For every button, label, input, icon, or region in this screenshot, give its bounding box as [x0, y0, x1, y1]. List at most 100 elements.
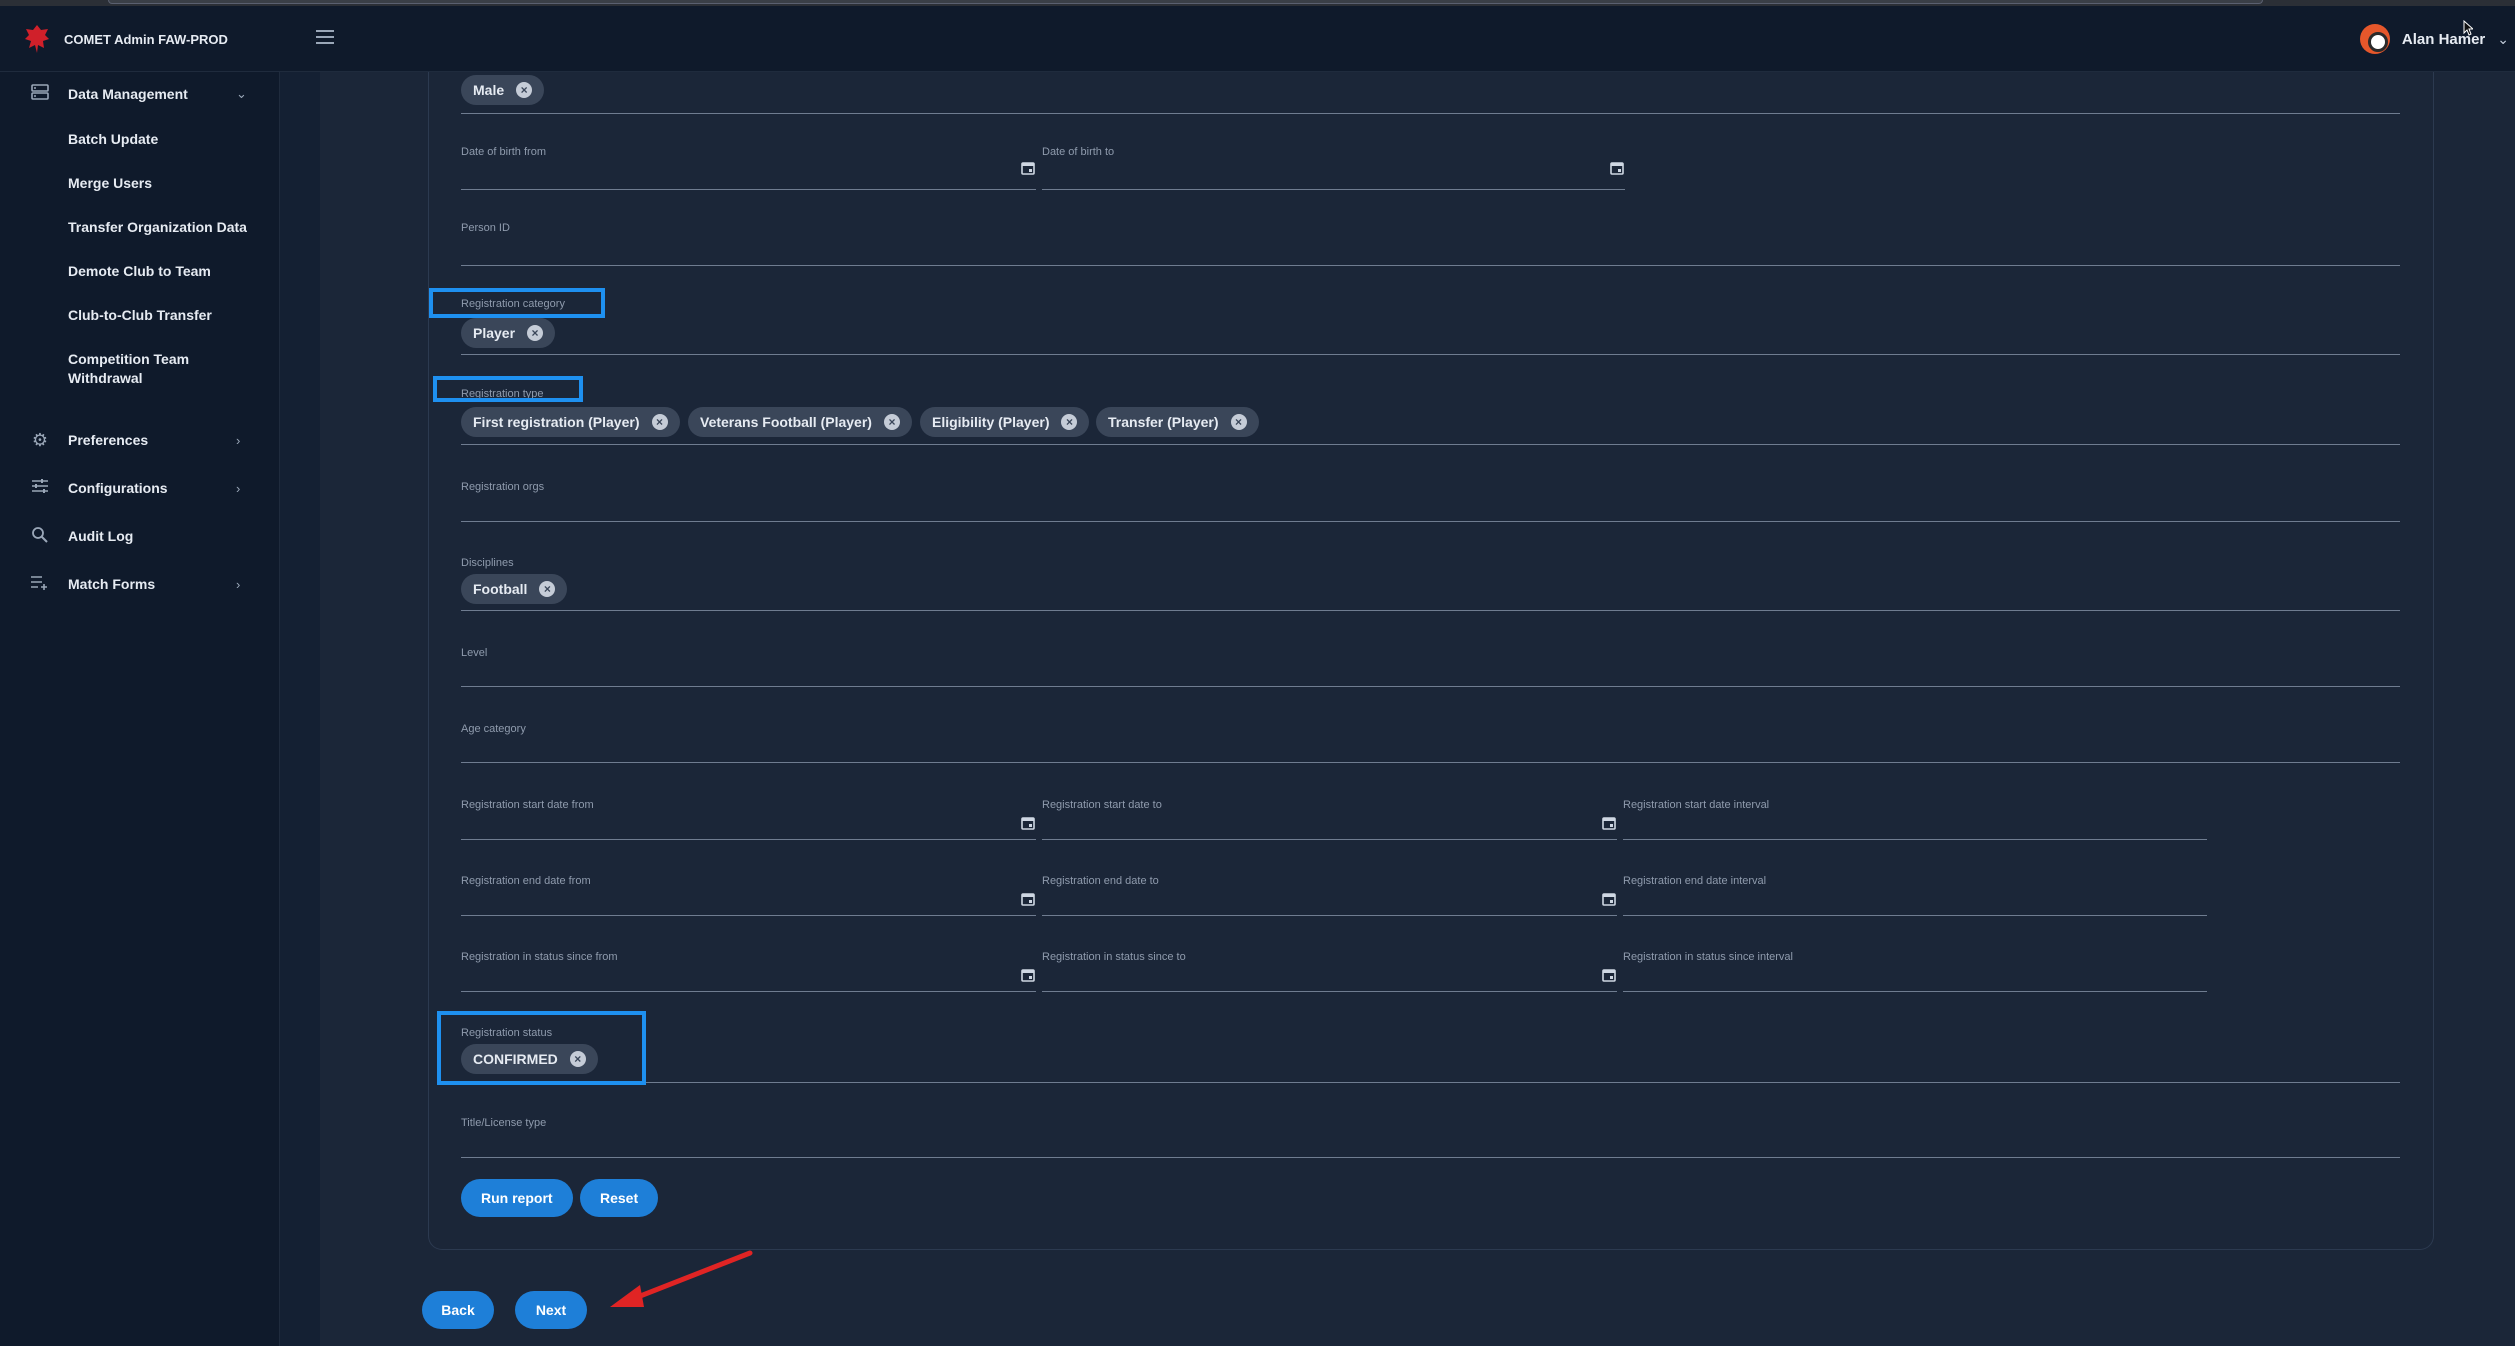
sidebar-item-preferences[interactable]: ⚙ Preferences › [0, 416, 279, 464]
avatar [2359, 24, 2390, 54]
chip-label: Football [473, 581, 528, 597]
chevron-down-icon: ⌄ [236, 86, 247, 101]
sidebar-item-match-forms[interactable]: Match Forms › [0, 560, 279, 608]
sidebar-item-demote-club-to-team[interactable]: Demote Club to Team [0, 248, 279, 292]
sidebar-item-audit-log[interactable]: Audit Log [0, 512, 279, 560]
field-underline [461, 1082, 2400, 1083]
age-category-field[interactable]: Age category [461, 723, 2400, 763]
field-label: Registration start date interval [1623, 799, 1770, 811]
remove-chip-icon[interactable]: × [651, 414, 668, 430]
search-icon [30, 526, 50, 546]
registration-start-to-field[interactable]: Registration start date to [1042, 799, 1617, 840]
registration-type-chip[interactable]: Veterans Football (Player) × [688, 407, 912, 437]
chip-label: Eligibility (Player) [932, 414, 1050, 430]
registration-end-from-field[interactable]: Registration end date from [461, 875, 1036, 916]
field-underline [461, 991, 1036, 992]
calendar-icon[interactable] [1601, 891, 1617, 907]
field-underline [461, 265, 2400, 266]
remove-chip-icon[interactable]: × [1230, 414, 1247, 430]
sidebar-item-merge-users[interactable]: Merge Users [0, 160, 279, 204]
sidebar-item-club-to-club-transfer[interactable]: Club-to-Club Transfer [0, 292, 279, 336]
field-underline [461, 915, 1036, 916]
sidebar-item-transfer-organization-data[interactable]: Transfer Organization Data [0, 204, 279, 248]
calendar-icon[interactable] [1601, 815, 1617, 831]
next-button[interactable]: Next [515, 1291, 587, 1329]
status-since-to-field[interactable]: Registration in status since to [1042, 951, 1617, 992]
address-bar[interactable] [108, 0, 2263, 4]
run-report-button[interactable]: Run report [461, 1179, 573, 1217]
sidebar-item-configurations[interactable]: Configurations › [0, 464, 279, 512]
sidebar-item-label: Preferences [68, 432, 149, 448]
sidebar-item-label: Club-to-Club Transfer [68, 307, 212, 323]
field-underline [461, 762, 2400, 763]
registration-type-chip[interactable]: First registration (Player) × [461, 407, 680, 437]
annotation-highlight-box [437, 1011, 646, 1085]
field-underline [461, 354, 2400, 355]
gender-chip[interactable]: Male × [461, 75, 545, 105]
gender-field[interactable] [461, 72, 2400, 114]
registration-type-chip[interactable]: Eligibility (Player) × [920, 407, 1090, 437]
registration-category-chip[interactable]: Player × [461, 318, 556, 348]
field-label: Registration in status since interval [1623, 951, 1793, 963]
remove-chip-icon[interactable]: × [883, 414, 900, 430]
calendar-icon[interactable] [1020, 815, 1036, 831]
field-underline [461, 839, 1036, 840]
calendar-icon[interactable] [1020, 160, 1036, 176]
sidebar-item-label: Configurations [68, 480, 168, 496]
sliders-icon [30, 478, 50, 498]
app-title: COMET Admin FAW-PROD [64, 31, 228, 47]
status-since-from-field[interactable]: Registration in status since from [461, 951, 1036, 992]
field-underline [461, 113, 2400, 114]
dragon-logo-icon [24, 24, 50, 54]
calendar-icon[interactable] [1020, 967, 1036, 983]
registration-end-to-field[interactable]: Registration end date to [1042, 875, 1617, 916]
registration-start-interval-field[interactable]: Registration start date interval [1623, 799, 2207, 840]
sidebar-item-label: Transfer Organization Data [68, 219, 247, 235]
calendar-icon[interactable] [1020, 891, 1036, 907]
field-label: Registration in status since to [1042, 951, 1186, 963]
title-license-type-field[interactable]: Title/License type [461, 1117, 2400, 1158]
sidebar-item-label: Audit Log [68, 528, 134, 544]
dob-to-field[interactable]: Date of birth to [1042, 146, 1625, 190]
field-underline [1623, 839, 2207, 840]
registration-category-field[interactable]: Registration category [461, 298, 2400, 355]
registration-status-field[interactable]: Registration status [461, 1027, 2400, 1083]
calendar-icon[interactable] [1601, 967, 1617, 983]
remove-chip-icon[interactable]: × [516, 82, 533, 98]
user-menu[interactable]: Alan Hamer ⌄ [2359, 24, 2509, 54]
brand[interactable]: COMET Admin FAW-PROD [24, 24, 228, 54]
reset-button[interactable]: Reset [580, 1179, 659, 1217]
remove-chip-icon[interactable]: × [527, 325, 544, 341]
field-label: Registration in status since from [461, 951, 618, 963]
gear-icon: ⚙ [31, 430, 49, 450]
registration-start-from-field[interactable]: Registration start date from [461, 799, 1036, 840]
disciplines-field[interactable]: Disciplines [461, 557, 2400, 611]
back-button[interactable]: Back [422, 1291, 494, 1329]
field-underline [461, 610, 2400, 611]
sidebar-item-batch-update[interactable]: Batch Update [0, 116, 279, 160]
sidebar-item-competition-team-withdrawal[interactable]: Competition Team Withdrawal [0, 336, 279, 406]
calendar-icon[interactable] [1609, 160, 1625, 176]
chip-label: First registration (Player) [473, 414, 640, 430]
status-since-interval-field[interactable]: Registration in status since interval [1623, 951, 2207, 992]
annotation-arrow [610, 1250, 753, 1307]
field-label: Age category [461, 723, 526, 735]
level-field[interactable]: Level [461, 647, 2400, 687]
field-underline [1042, 189, 1625, 190]
sidebar-item-data-management[interactable]: Data Management ⌄ [0, 72, 279, 116]
chip-label: Player [473, 325, 516, 341]
field-label: Title/License type [461, 1117, 547, 1129]
field-underline [461, 521, 2400, 522]
discipline-chip[interactable]: Football × [461, 574, 568, 604]
remove-chip-icon[interactable]: × [539, 581, 556, 597]
person-id-field[interactable]: Person ID [461, 222, 2400, 266]
registration-orgs-field[interactable]: Registration orgs [461, 481, 2400, 522]
registration-end-interval-field[interactable]: Registration end date interval [1623, 875, 2207, 916]
remove-chip-icon[interactable]: × [1061, 414, 1078, 430]
field-label: Registration end date interval [1623, 875, 1767, 887]
menu-toggle-icon[interactable] [316, 30, 334, 44]
chip-label: Transfer (Player) [1108, 414, 1219, 430]
chevron-right-icon: › [236, 576, 241, 592]
registration-type-chip[interactable]: Transfer (Player) × [1096, 407, 1259, 437]
dob-from-field[interactable]: Date of birth from [461, 146, 1036, 190]
